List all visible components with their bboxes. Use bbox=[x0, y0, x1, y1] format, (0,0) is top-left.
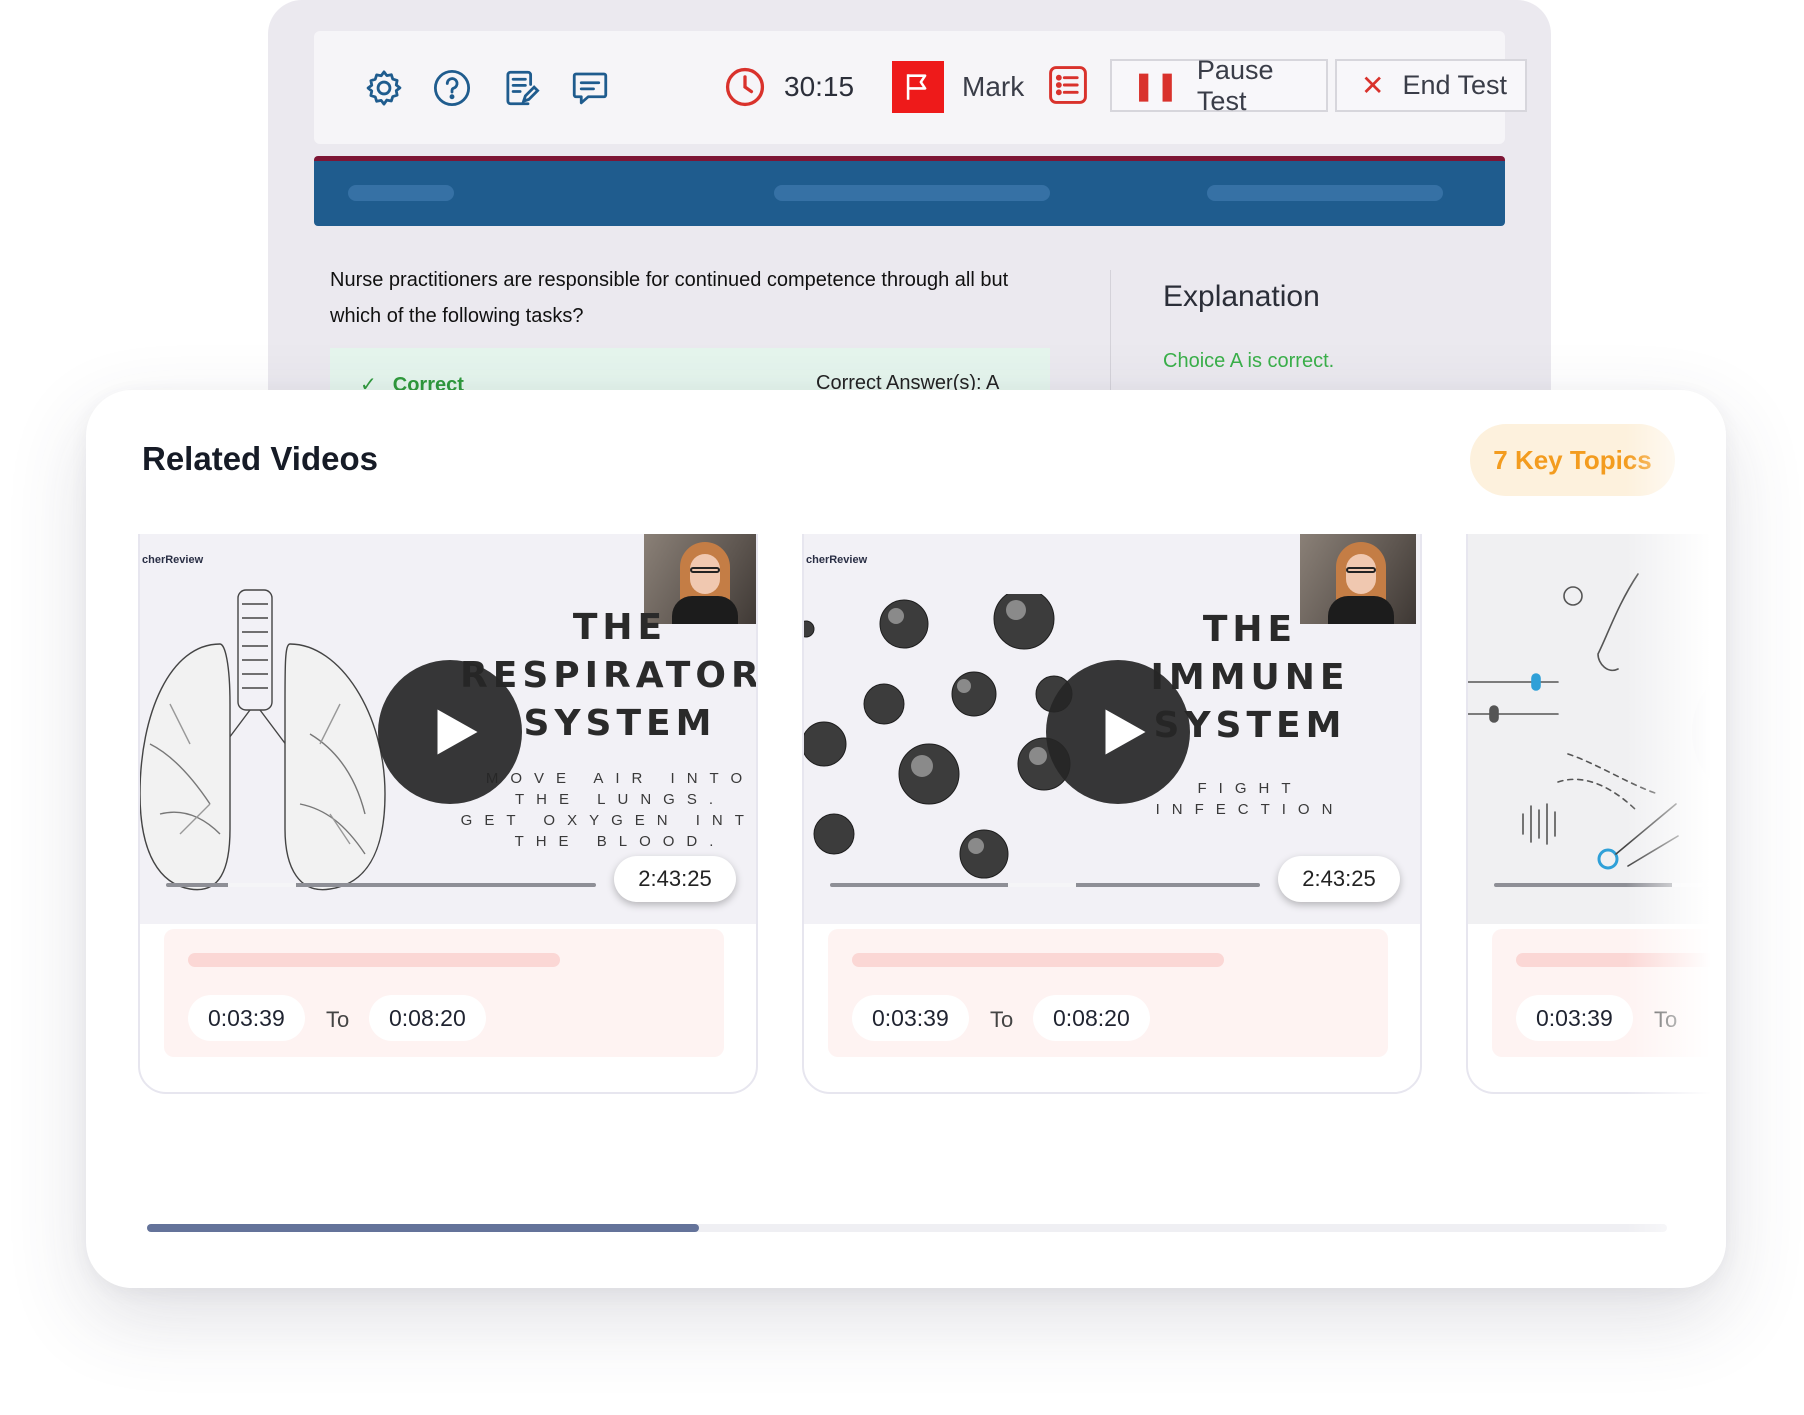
play-icon bbox=[437, 709, 478, 755]
segment-to-label: To bbox=[1654, 1007, 1678, 1032]
mark-label[interactable]: Mark bbox=[962, 71, 1024, 103]
gear-icon[interactable] bbox=[361, 65, 407, 111]
video-card[interactable]: cherReview THE IMMUNE SYSTEM FIGHT INFEC… bbox=[802, 534, 1422, 1094]
progress-segment bbox=[228, 883, 296, 887]
segment-box: 0:03:39 To bbox=[1492, 929, 1726, 1057]
tools-illustration bbox=[1468, 573, 1679, 870]
pause-test-button[interactable]: ❚❚ Pause Test bbox=[1110, 55, 1328, 116]
segment-start-time[interactable]: 0:03:39 bbox=[188, 995, 305, 1041]
explanation-text: Choice A is correct. bbox=[1163, 350, 1335, 372]
brand-logo: cherReview bbox=[806, 554, 868, 566]
play-button[interactable] bbox=[378, 660, 522, 804]
help-icon[interactable] bbox=[429, 65, 475, 111]
flag-icon bbox=[906, 74, 927, 100]
end-test-button[interactable]: ✕ End Test bbox=[1335, 59, 1527, 112]
mark-flag-button[interactable] bbox=[892, 61, 944, 113]
play-icon bbox=[1105, 709, 1146, 755]
question-header-bar bbox=[314, 156, 1505, 226]
clock-icon bbox=[725, 67, 765, 107]
play-button[interactable] bbox=[1046, 660, 1190, 804]
video-card[interactable]: cherReview THE RESPIRATORY SY bbox=[138, 534, 758, 1094]
end-test-label: End Test bbox=[1402, 70, 1508, 100]
video-thumbnail[interactable]: cherReview THE IMMUNE SYSTEM FIGHT INFEC… bbox=[804, 534, 1420, 924]
notes-icon[interactable] bbox=[498, 65, 544, 111]
segment-box: 0:03:39 To 0:08:20 bbox=[164, 929, 724, 1057]
header-placeholder bbox=[774, 185, 1050, 201]
key-topics-button[interactable]: 7 Key Topics bbox=[1470, 424, 1675, 496]
video-duration: 2:43:25 bbox=[614, 856, 736, 902]
video-thumbnail[interactable]: cherReview THE RESPIRATORY SY bbox=[140, 534, 756, 924]
pause-icon: ❚❚ bbox=[1132, 70, 1179, 101]
scrollbar-thumb[interactable] bbox=[147, 1224, 699, 1232]
question-text: Nurse practitioners are responsible for … bbox=[330, 269, 1009, 327]
video-duration: 2:43:25 bbox=[1278, 856, 1400, 902]
explanation-title: Explanation bbox=[1163, 280, 1320, 313]
video-progress[interactable] bbox=[1494, 883, 1726, 887]
video-carousel: cherReview THE RESPIRATORY SY bbox=[86, 534, 1726, 1094]
segment-start-time[interactable]: 0:03:39 bbox=[852, 995, 969, 1041]
test-toolbar: 30:15 Mark ❚❚ Pause Test ✕ End Test bbox=[314, 31, 1527, 144]
segment-box: 0:03:39 To 0:08:20 bbox=[828, 929, 1388, 1057]
video-progress[interactable] bbox=[830, 883, 1260, 887]
list-icon[interactable] bbox=[1046, 63, 1090, 107]
progress-segment bbox=[1672, 883, 1726, 887]
segment-title-placeholder bbox=[852, 953, 1224, 967]
timer-value: 30:15 bbox=[784, 71, 855, 102]
segment-to-label: To bbox=[326, 1007, 350, 1032]
progress-segment bbox=[1008, 883, 1076, 887]
segment-start-time[interactable]: 0:03:39 bbox=[1516, 995, 1633, 1041]
segment-end-time[interactable]: 0:08:20 bbox=[369, 995, 486, 1041]
video-thumbnail[interactable] bbox=[1468, 534, 1726, 924]
video-progress[interactable] bbox=[166, 883, 596, 887]
feedback-icon[interactable] bbox=[567, 65, 613, 111]
lungs-illustration bbox=[140, 589, 386, 891]
test-window: 30:15 Mark ❚❚ Pause Test ✕ End Test Nurs… bbox=[268, 0, 1551, 420]
segment-title-placeholder bbox=[188, 953, 560, 967]
related-videos-title: Related Videos bbox=[142, 440, 378, 477]
segment-end-time[interactable]: 0:08:20 bbox=[1033, 995, 1150, 1041]
header-placeholder bbox=[1207, 185, 1443, 201]
video-subtitle: MOVE AIR INTO THE LUNGS. GET OXYGEN INTO… bbox=[460, 770, 756, 850]
header-placeholder bbox=[348, 185, 454, 201]
close-icon: ✕ bbox=[1361, 70, 1385, 101]
video-card[interactable]: 0:03:39 To bbox=[1466, 534, 1726, 1094]
carousel-scrollbar[interactable] bbox=[147, 1224, 1667, 1232]
segment-title-placeholder bbox=[1516, 953, 1726, 967]
brand-logo: cherReview bbox=[142, 554, 204, 566]
segment-to-label: To bbox=[990, 1007, 1014, 1032]
related-videos-card: Related Videos 7 Key Topics cherReview T… bbox=[86, 390, 1726, 1288]
pause-test-label: Pause Test bbox=[1196, 54, 1274, 116]
